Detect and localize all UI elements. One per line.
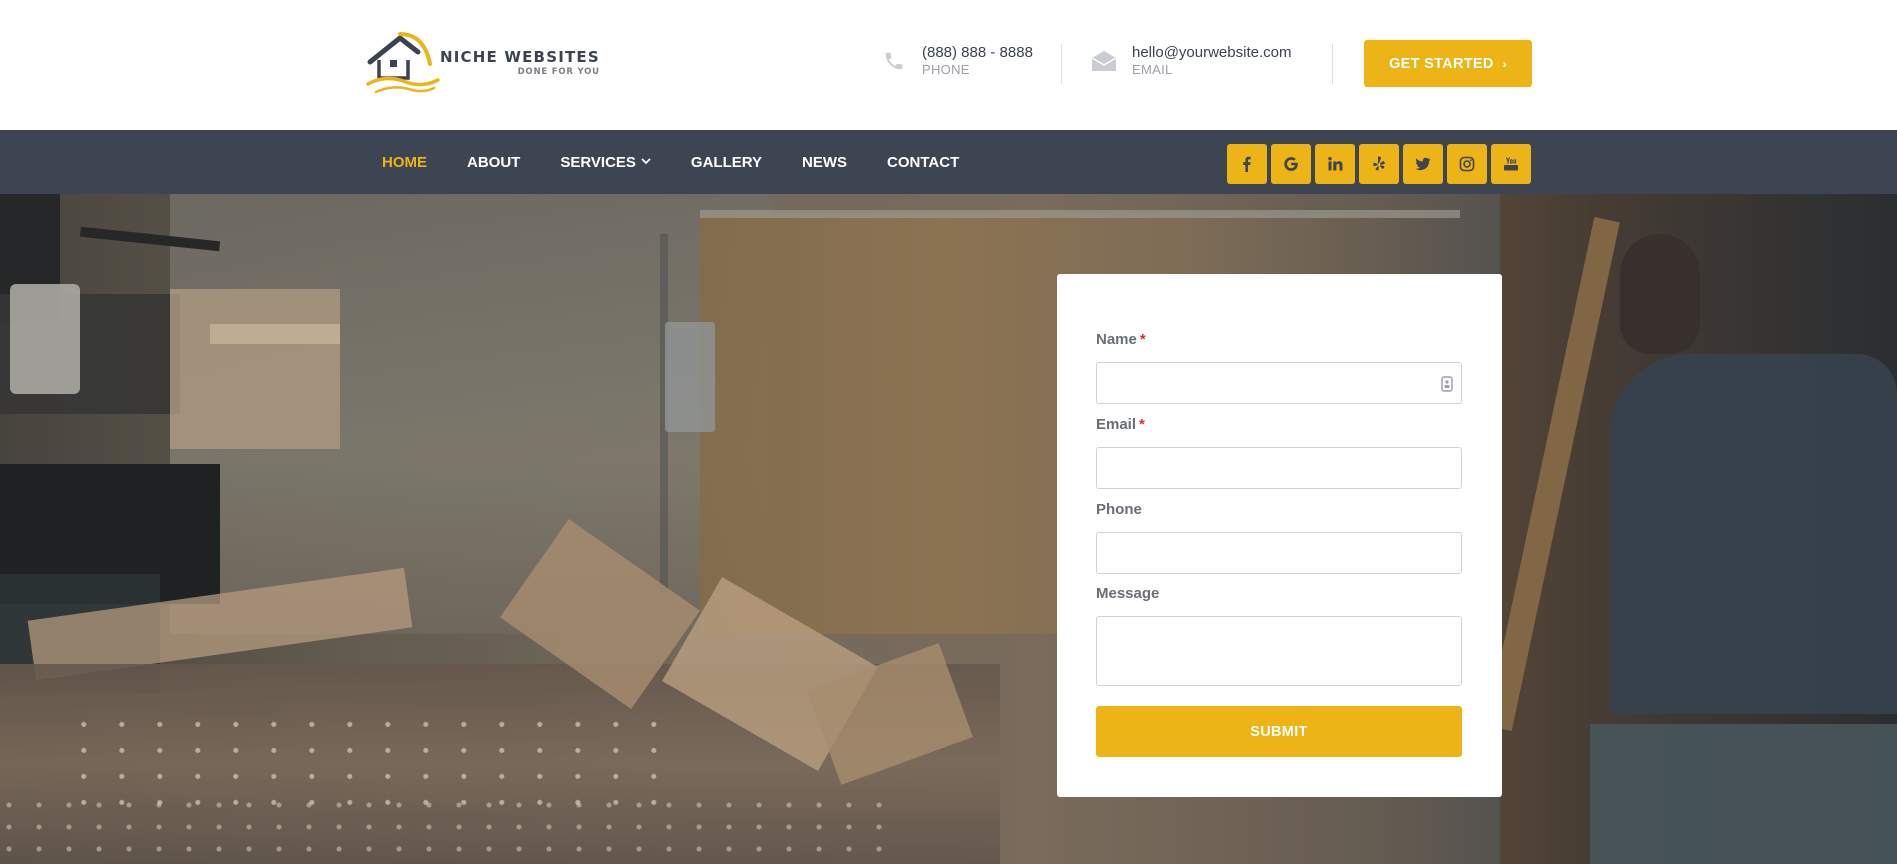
required-mark: * <box>1139 331 1146 348</box>
house-roof-logo-icon <box>366 32 440 94</box>
email-input[interactable] <box>1096 447 1462 489</box>
youtube-icon[interactable] <box>1491 144 1531 184</box>
facebook-icon[interactable] <box>1227 144 1267 184</box>
phone-text: (888) 888 - 8888 PHONE <box>922 44 1033 78</box>
phone-label-text: Phone <box>1096 501 1142 518</box>
nav-label: CONTACT <box>887 153 960 171</box>
linkedin-icon[interactable] <box>1315 144 1355 184</box>
nav-item-home[interactable]: HOME <box>382 154 427 171</box>
phone-icon <box>880 47 908 75</box>
nav-label: NEWS <box>802 153 848 171</box>
envelope-icon <box>1090 47 1118 75</box>
instagram-icon[interactable] <box>1447 144 1487 184</box>
top-header: NICHE WEBSITES DONE FOR YOU (888) 888 - … <box>0 0 1897 130</box>
message-label: Message <box>1096 585 1159 602</box>
required-mark: * <box>1139 416 1145 433</box>
hero-section <box>0 194 1897 864</box>
nav-label: SERVICES <box>560 153 636 171</box>
email-address[interactable]: hello@yourwebsite.com <box>1132 44 1291 62</box>
phone-number[interactable]: (888) 888 - 8888 <box>922 44 1033 62</box>
brand-name: NICHE WEBSITES <box>440 48 600 66</box>
phone-label: PHONE <box>922 62 970 77</box>
name-input[interactable] <box>1096 362 1462 404</box>
get-started-label: GET STARTED <box>1389 55 1494 72</box>
google-icon[interactable] <box>1271 144 1311 184</box>
get-started-button[interactable]: GET STARTED › <box>1364 40 1532 87</box>
brand-logo[interactable]: NICHE WEBSITES DONE FOR YOU <box>366 30 599 96</box>
email-label: Email * <box>1096 416 1145 433</box>
brand-tagline: DONE FOR YOU <box>517 67 600 77</box>
hero-overlay <box>0 194 1897 864</box>
email-text: hello@yourwebsite.com EMAIL <box>1132 44 1291 78</box>
nav-item-gallery[interactable]: GALLERY <box>691 154 762 171</box>
chevron-right-icon: › <box>1502 56 1507 71</box>
name-label: Name * <box>1096 331 1146 348</box>
header-email[interactable]: hello@yourwebsite.com EMAIL <box>1090 44 1291 78</box>
social-links <box>1227 144 1535 184</box>
header-divider <box>1332 44 1333 84</box>
nav-label: ABOUT <box>467 153 521 171</box>
contact-form: Name * Email * Phone Message SUBMIT <box>1057 274 1502 797</box>
email-label: EMAIL <box>1132 62 1173 77</box>
chevron-down-icon <box>641 157 651 168</box>
submit-button[interactable]: SUBMIT <box>1096 706 1462 757</box>
nav-label: GALLERY <box>690 153 763 171</box>
brand-text: NICHE WEBSITES DONE FOR YOU <box>440 48 600 77</box>
header-divider <box>1061 44 1062 84</box>
nav-item-about[interactable]: ABOUT <box>467 154 520 171</box>
message-label-text: Message <box>1096 585 1160 602</box>
message-textarea[interactable] <box>1096 616 1462 686</box>
twitter-icon[interactable] <box>1403 144 1443 184</box>
nav-item-news[interactable]: NEWS <box>802 154 847 171</box>
nav-item-services[interactable]: SERVICES <box>560 154 651 171</box>
main-nav: HOME ABOUT SERVICES GALLERY NEWS CONTACT <box>382 130 999 194</box>
phone-label: Phone <box>1096 501 1142 518</box>
contact-card-icon[interactable] <box>1441 376 1453 392</box>
phone-input[interactable] <box>1096 532 1462 574</box>
nav-item-contact[interactable]: CONTACT <box>887 154 959 171</box>
header-phone[interactable]: (888) 888 - 8888 PHONE <box>880 44 1033 78</box>
nav-label: HOME <box>382 153 427 171</box>
main-navbar: HOME ABOUT SERVICES GALLERY NEWS CONTACT <box>0 130 1897 194</box>
name-label-text: Name <box>1096 331 1137 348</box>
email-label-text: Email <box>1096 416 1137 433</box>
yelp-icon[interactable] <box>1359 144 1399 184</box>
